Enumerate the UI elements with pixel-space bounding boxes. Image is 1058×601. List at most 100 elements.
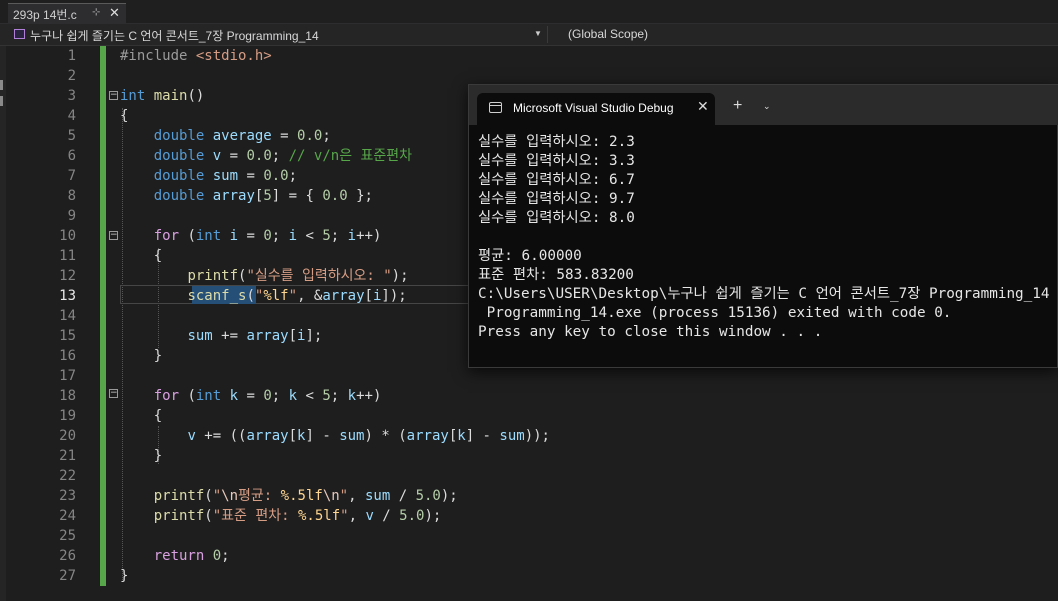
code-text: for (int i = 0; i < 5; i++) bbox=[120, 226, 382, 246]
code-token: i bbox=[229, 228, 239, 244]
code-line[interactable]: 22 bbox=[6, 466, 1058, 486]
line-number: 8 bbox=[67, 188, 76, 204]
line-number: 12 bbox=[59, 268, 76, 284]
console-output: 실수를 입력하시오: 2.3 실수를 입력하시오: 3.3 실수를 입력하시오: 6… bbox=[478, 133, 1058, 342]
code-token: k bbox=[288, 388, 298, 404]
scope-label: (Global Scope) bbox=[568, 27, 649, 41]
code-token: ]); bbox=[381, 288, 407, 304]
code-token: } bbox=[120, 568, 129, 584]
console-tab-title: Microsoft Visual Studio Debug bbox=[513, 101, 674, 115]
line-number: 23 bbox=[59, 488, 76, 504]
code-token: 5 bbox=[322, 388, 331, 404]
code-line[interactable]: 26 return 0; bbox=[6, 546, 1058, 566]
code-token: printf bbox=[187, 268, 239, 284]
code-token: 0.0 bbox=[322, 188, 348, 204]
code-token: ( bbox=[204, 508, 213, 524]
code-token: ; bbox=[330, 228, 348, 244]
code-token: { bbox=[120, 108, 129, 124]
code-text: double sum = 0.0; bbox=[120, 166, 297, 186]
scope-dropdown[interactable]: (Global Scope) bbox=[553, 26, 1058, 43]
code-token: ( bbox=[204, 488, 213, 504]
close-icon[interactable]: ✕ bbox=[109, 5, 120, 21]
code-token: i bbox=[288, 228, 298, 244]
new-tab-button[interactable]: + bbox=[733, 97, 742, 115]
project-dropdown[interactable]: 누구나 쉽게 즐기는 C 언어 콘서트_7장 Programming_14 ▼ bbox=[10, 26, 548, 43]
project-icon bbox=[14, 29, 25, 39]
code-line[interactable]: 17 bbox=[6, 366, 1058, 386]
code-line[interactable]: 2 bbox=[6, 66, 1058, 86]
code-token: "표준 편차: bbox=[212, 508, 298, 524]
code-token: k bbox=[229, 388, 239, 404]
console-tab[interactable]: Microsoft Visual Studio Debug ✕ bbox=[477, 93, 715, 125]
line-number: 6 bbox=[67, 148, 76, 164]
pin-icon[interactable]: ⊹ bbox=[92, 7, 100, 18]
code-token: ] - bbox=[305, 428, 340, 444]
code-token: sum bbox=[499, 428, 525, 444]
line-number: 9 bbox=[67, 208, 76, 224]
code-token: , & bbox=[297, 288, 323, 304]
code-token: 5.0 bbox=[415, 488, 441, 504]
code-token: <stdio.h> bbox=[195, 48, 272, 64]
document-tab-bar: 293p 14번.c ⊹ ✕ bbox=[0, 0, 1058, 24]
code-token: ] = { bbox=[271, 188, 323, 204]
code-token: for bbox=[153, 388, 180, 404]
document-tab[interactable]: 293p 14번.c ⊹ ✕ bbox=[8, 3, 126, 23]
debug-console-window[interactable]: Microsoft Visual Studio Debug ✕ + ⌄ 실수를 … bbox=[468, 84, 1058, 368]
code-line[interactable]: 18 for (int k = 0; k < 5; k++) bbox=[6, 386, 1058, 406]
code-token: () bbox=[187, 88, 205, 104]
code-token: \n bbox=[322, 488, 340, 504]
console-line: 실수를 입력하시오: 6.7 bbox=[478, 172, 635, 188]
line-number: 1 bbox=[67, 48, 76, 64]
code-line[interactable]: 19 { bbox=[6, 406, 1058, 426]
console-line: 실수를 입력하시오: 2.3 bbox=[478, 134, 635, 150]
code-token: } bbox=[120, 348, 163, 364]
code-token: int bbox=[120, 88, 154, 104]
code-line[interactable]: 27} bbox=[6, 566, 1058, 586]
code-token: scanf_s bbox=[187, 288, 247, 304]
console-line: 실수를 입력하시오: 9.7 bbox=[478, 191, 635, 207]
code-text: { bbox=[120, 246, 162, 266]
code-token: \n bbox=[221, 488, 239, 504]
code-token: 0.0 bbox=[263, 168, 289, 184]
code-text: printf("실수를 입력하시오: "); bbox=[120, 266, 408, 286]
code-text: double array[5] = { 0.0 }; bbox=[120, 186, 373, 206]
chevron-down-icon[interactable]: ⌄ bbox=[763, 101, 771, 112]
console-titlebar: Microsoft Visual Studio Debug ✕ + ⌄ bbox=[469, 85, 1058, 125]
line-number: 16 bbox=[59, 348, 76, 364]
chevron-down-icon[interactable]: ▼ bbox=[534, 29, 542, 38]
code-line[interactable]: 21 } bbox=[6, 446, 1058, 466]
code-token: double bbox=[153, 188, 213, 204]
code-token: k bbox=[347, 388, 357, 404]
console-line: C:\Users\USER\Desktop\누구나 쉽게 즐기는 C 언어 콘서… bbox=[478, 286, 1050, 302]
document-tab-title[interactable]: 293p 14번.c bbox=[13, 6, 77, 23]
code-text: #include <stdio.h> bbox=[120, 46, 272, 66]
code-line[interactable]: 24 printf("표준 편차: %.5lf", v / 5.0); bbox=[6, 506, 1058, 526]
code-text: for (int k = 0; k < 5; k++) bbox=[120, 386, 382, 406]
code-line[interactable]: 25 bbox=[6, 526, 1058, 546]
code-token: %.5lf bbox=[280, 488, 323, 504]
code-token: #include bbox=[120, 48, 196, 64]
code-token: } bbox=[120, 448, 163, 464]
code-token: 0.0 bbox=[246, 148, 272, 164]
code-token: , bbox=[348, 488, 365, 504]
code-token: return bbox=[153, 548, 213, 564]
code-token: sum bbox=[212, 168, 239, 184]
code-text: scanf_s("%lf", &array[i]); bbox=[120, 286, 407, 306]
code-text: } bbox=[120, 346, 162, 366]
code-line[interactable]: 20 v += ((array[k] - sum) * (array[k] - … bbox=[6, 426, 1058, 446]
console-line: 실수를 입력하시오: 3.3 bbox=[478, 153, 635, 169]
code-token: 0 bbox=[263, 228, 272, 244]
code-line[interactable]: 23 printf("\n평균: %.5lf\n", sum / 5.0); bbox=[6, 486, 1058, 506]
code-text: return 0; bbox=[120, 546, 230, 566]
code-token: = bbox=[238, 228, 264, 244]
code-line[interactable]: 1 #include <stdio.h> bbox=[6, 46, 1058, 66]
close-icon[interactable]: ✕ bbox=[697, 98, 709, 115]
code-token: , bbox=[348, 508, 366, 524]
code-token: sum bbox=[339, 428, 365, 444]
console-line: Programming_14.exe (process 15136) exite… bbox=[478, 305, 952, 321]
